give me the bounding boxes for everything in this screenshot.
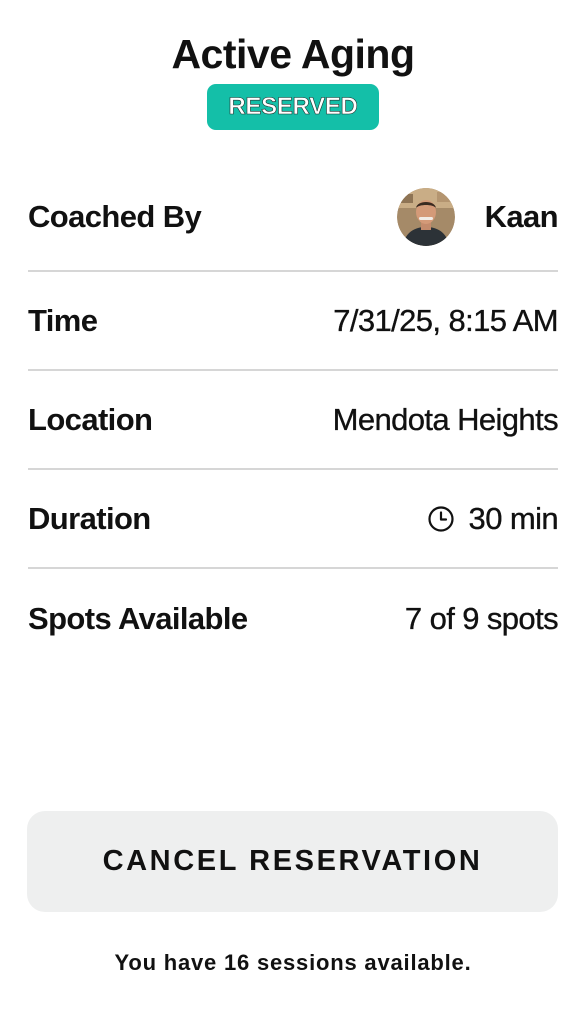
sessions-available-note: You have 16 sessions available. [114,950,472,975]
detail-label-location: Location [28,401,153,437]
detail-value-location: Mendota Heights [332,401,558,437]
details-list: Coached By Kaan Time 7/31/25, 8:15 AM Lo… [28,164,559,668]
detail-label-coach: Coached By [28,199,202,234]
detail-row-coach: Coached By Kaan [28,164,559,272]
detail-row-duration: Duration 30 min [28,470,559,569]
detail-value-time: 7/31/25, 8:15 AM [333,302,559,338]
cancel-reservation-button[interactable]: CANCEL RESERVATION [27,811,558,912]
detail-value-duration: 30 min [427,500,559,537]
detail-row-location: Location Mendota Heights [28,371,559,470]
coach-name[interactable]: Kaan [485,199,559,235]
detail-label-spots: Spots Available [28,600,248,636]
status-badge: RESERVED [207,84,379,130]
detail-value-coach[interactable]: Kaan [396,188,559,246]
detail-row-time: Time 7/31/25, 8:15 AM [28,272,559,371]
detail-label-duration: Duration [28,500,151,536]
detail-value-spots: 7 of 9 spots [404,600,559,636]
coach-avatar[interactable] [396,188,455,246]
detail-label-time: Time [28,302,98,338]
duration-text: 30 min [468,500,558,536]
clock-icon [427,505,454,532]
header: Active Aging [0,28,586,80]
detail-row-spots: Spots Available 7 of 9 spots [28,569,559,668]
class-title: Active Aging [171,31,415,77]
